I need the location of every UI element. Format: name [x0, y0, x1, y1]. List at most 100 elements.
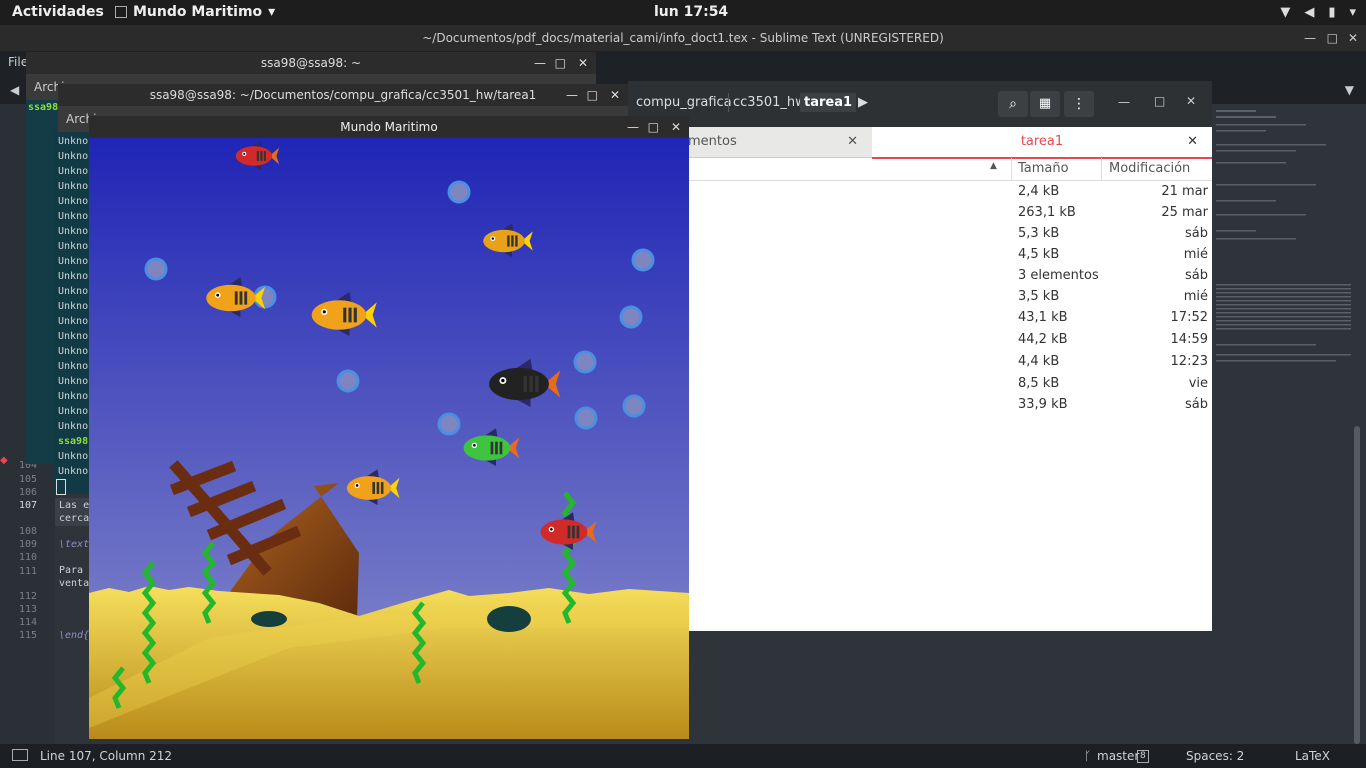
terminal-output-line: Unkno — [58, 421, 89, 432]
maximize-icon[interactable]: □ — [1154, 94, 1165, 108]
bubble — [574, 406, 598, 430]
file-modified: sáb — [1185, 268, 1208, 283]
column-header-row: ▲ Tamaño Modificación — [628, 158, 1212, 181]
file-modified: 12:23 — [1170, 354, 1208, 369]
terminal-front-body[interactable]: Unkno Unkno Unkno Unkno Unkno Unkno Unkno Unkno… — [54, 132, 90, 494]
minimize-icon[interactable]: — — [1118, 95, 1130, 109]
file-modified: sáb — [1185, 397, 1208, 412]
search-icon[interactable]: ⌕ — [998, 91, 1028, 117]
terminal-output-line: Unkno — [58, 241, 89, 252]
chevron-down-icon: ▾ — [268, 4, 276, 20]
file-size: 263,1 kB — [1018, 205, 1076, 220]
close-icon[interactable]: ✕ — [610, 84, 620, 106]
line-number-current: 107 — [18, 500, 37, 511]
app-menu-icon — [115, 6, 127, 18]
terminal-front-title: ssa98@ssa98: ~/Documentos/compu_grafica/… — [149, 88, 537, 102]
system-tray[interactable]: ▼ ◀ ▮ ▾ — [1280, 5, 1356, 20]
line-number: 113 — [18, 604, 37, 615]
terminal-output-line: Unkno — [58, 391, 89, 402]
bubble — [622, 394, 646, 418]
terminal-output-line: Unkno — [58, 226, 89, 237]
file-size: 33,9 kB — [1018, 397, 1068, 412]
activities-button[interactable]: Actividades — [12, 4, 104, 20]
game-window-title: Mundo Maritimo — [340, 120, 438, 134]
tab-list-icon[interactable]: ▼ — [1345, 83, 1354, 97]
menu-icon[interactable]: ⋮ — [1064, 91, 1094, 117]
line-number: 115 — [18, 630, 37, 641]
terminal-back-title: ssa98@ssa98: ~ — [260, 56, 362, 70]
file-modified: 21 mar — [1161, 184, 1208, 199]
breadcrumb-tarea1[interactable]: tarea1 — [800, 93, 857, 112]
breadcrumb-cc3501-hw[interactable]: cc3501_hw — [728, 93, 810, 112]
app-menu[interactable]: Mundo Maritimo ▾ — [115, 4, 275, 20]
line-number: 111 — [18, 566, 37, 577]
column-size[interactable]: Tamaño — [1018, 161, 1069, 176]
grid-view-icon[interactable]: ▦ — [1030, 91, 1060, 117]
file-size: 8,5 kB — [1018, 376, 1060, 391]
file-modified: mié — [1183, 289, 1208, 304]
volume-icon: ◀ — [1304, 5, 1315, 20]
file-modified: 14:59 — [1170, 332, 1208, 347]
indentation-setting[interactable]: Spaces: 2 — [1186, 749, 1244, 763]
game-title-bar: Mundo Maritimo — □ ✕ — [89, 116, 689, 138]
tab-label: mentos — [688, 134, 737, 149]
line-number: 110 — [18, 552, 37, 563]
breadcrumb-forward-icon[interactable]: ▶ — [854, 93, 872, 112]
file-modified: 17:52 — [1170, 310, 1208, 325]
terminal-output-line: Unkno — [58, 271, 89, 282]
bubble — [336, 369, 360, 393]
line-number: 112 — [18, 591, 37, 602]
minimize-icon[interactable]: — — [534, 52, 546, 74]
close-icon[interactable]: ✕ — [847, 127, 858, 157]
maximize-icon[interactable]: □ — [1327, 25, 1338, 51]
line-number: 106 — [18, 487, 37, 498]
terminal-back-title-bar: ssa98@ssa98: ~ — □ ✕ — [26, 52, 596, 74]
terminal-prompt: ssa98 — [58, 436, 89, 447]
close-icon[interactable]: ✕ — [1187, 127, 1198, 157]
tab-scroll-left-icon[interactable]: ◀ — [10, 83, 19, 97]
minimize-icon[interactable]: — — [627, 116, 639, 138]
terminal-output-line: Unkno — [58, 166, 89, 177]
minimize-icon[interactable]: — — [566, 84, 578, 106]
line-number: 114 — [18, 617, 37, 628]
terminal-output-line: Unkno — [58, 406, 89, 417]
maximize-icon[interactable]: □ — [648, 116, 659, 138]
terminal-output-line: Unkno — [58, 466, 89, 477]
editor-scrollbar[interactable] — [1354, 426, 1360, 744]
tab-tarea1[interactable]: tarea1 ✕ — [872, 127, 1212, 159]
close-icon[interactable]: ✕ — [1186, 94, 1196, 108]
line-number: 109 — [18, 539, 37, 550]
terminal-output-line: Unkno — [58, 451, 89, 462]
terminal-output-line: Unkno — [58, 136, 89, 147]
clock[interactable]: lun 17:54 — [654, 4, 728, 20]
file-size: 3 elementos — [1018, 268, 1099, 283]
git-branch[interactable]: master — [1097, 749, 1139, 763]
close-icon[interactable]: ✕ — [1348, 25, 1358, 51]
breadcrumb-compu-grafica[interactable]: compu_grafica — [632, 93, 736, 112]
column-modified[interactable]: Modificación — [1109, 161, 1190, 176]
code-line: venta — [59, 578, 90, 589]
syntax-setting[interactable]: LaTeX — [1295, 749, 1330, 763]
bubble — [619, 305, 643, 329]
file-size: 43,1 kB — [1018, 310, 1068, 325]
terminal-output-line: Unkno — [58, 151, 89, 162]
file-modified: sáb — [1185, 226, 1208, 241]
bookmark-marker-icon: ◆ — [0, 455, 8, 466]
panel-toggle-icon[interactable] — [12, 749, 28, 761]
sort-ascending-icon[interactable]: ▲ — [990, 161, 997, 171]
code-line: \end{ — [59, 630, 90, 641]
minimize-icon[interactable]: — — [1304, 25, 1316, 51]
bubble — [144, 257, 168, 281]
maximize-icon[interactable]: □ — [555, 52, 566, 74]
maximize-icon[interactable]: □ — [587, 84, 598, 106]
git-changes-badge: 8 — [1137, 750, 1149, 763]
system-top-bar: Actividades Mundo Maritimo ▾ lun 17:54 ▼… — [0, 0, 1366, 25]
status-bar: Line 107, Column 212 ᚴ master 8 Spaces: … — [0, 744, 1366, 768]
minimap[interactable] — [1214, 104, 1354, 384]
close-icon[interactable]: ✕ — [671, 116, 681, 138]
wifi-icon: ▼ — [1280, 5, 1291, 20]
terminal-cursor — [56, 479, 66, 495]
terminal-output-line: Unkno — [58, 361, 89, 372]
game-canvas[interactable] — [89, 138, 689, 739]
close-icon[interactable]: ✕ — [578, 52, 588, 74]
